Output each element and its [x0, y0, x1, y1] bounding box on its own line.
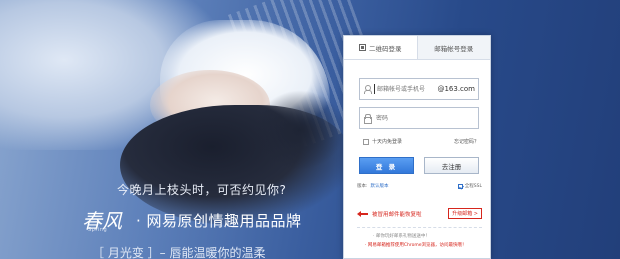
brand-text: · 网易原创情趣用品品牌	[136, 211, 302, 230]
promo-text[interactable]: 被冒用邮件能恢复啦	[372, 210, 422, 218]
version-row: 版本: 默认版本 全程SSL	[357, 183, 482, 189]
ssl-option[interactable]: 全程SSL	[457, 183, 482, 189]
login-button[interactable]: 登 录	[359, 157, 414, 174]
remember-label[interactable]: 十天内免登录	[372, 138, 402, 145]
tab-account-label: 邮箱帐号登录	[434, 44, 474, 53]
arrow-left-icon	[357, 210, 369, 218]
password-input[interactable]	[374, 109, 464, 127]
tab-qr-login[interactable]: 二维码登录	[344, 36, 417, 59]
hero-slogan: 今晚月上枝头时，可否约见你?	[117, 183, 287, 197]
qr-code-icon	[359, 44, 366, 51]
hero-photo-hair-detail	[255, 90, 345, 170]
login-options: 十天内免登录 忘记密码？	[363, 138, 479, 145]
promo-row: 被冒用邮件能恢复啦 升级邮箱 >	[357, 208, 482, 219]
login-panel: 二维码登录 邮箱帐号登录 @163.com 十天内免登录 忘记密码？ 登 录 去…	[343, 35, 491, 259]
notice-area: · 邮你玩好邮系礼物送送中！ · 网易邮箱推荐使用Chrome浏览器，访问最快哦…	[357, 227, 482, 250]
login-tabs: 二维码登录 邮箱帐号登录	[344, 36, 490, 60]
lock-icon	[360, 108, 374, 128]
ssl-label: 全程SSL	[464, 184, 482, 189]
brand-row: 春风 Spring · 网易原创情趣用品品牌	[80, 205, 302, 235]
tab-account-login[interactable]: 邮箱帐号登录	[416, 36, 490, 59]
ssl-checkbox[interactable]	[457, 183, 463, 189]
password-field[interactable]	[359, 107, 479, 129]
email-domain: @163.com	[437, 85, 475, 93]
notice-line-2[interactable]: · 网易邮箱推荐使用Chrome浏览器，访问最快哦！	[365, 241, 482, 250]
user-icon	[360, 79, 374, 99]
hero-bottom-slogan: ［ 月光变 ］– 唇能温暖你的温柔	[92, 246, 266, 259]
remember-checkbox[interactable]	[363, 138, 369, 145]
version-select[interactable]: 默认版本	[371, 183, 389, 189]
tab-qr-label: 二维码登录	[369, 44, 402, 53]
forgot-password-link[interactable]: 忘记密码？	[454, 138, 479, 145]
email-field[interactable]: @163.com	[359, 78, 479, 100]
upgrade-mailbox-button[interactable]: 升级邮箱 >	[448, 208, 482, 219]
brand-logo: 春风 Spring	[80, 205, 132, 235]
register-button[interactable]: 去注册	[424, 157, 479, 174]
brand-logo-en: Spring	[88, 227, 108, 233]
hero-banner[interactable]: 今晚月上枝头时，可否约见你? 春风 Spring · 网易原创情趣用品品牌 ［ …	[0, 0, 620, 259]
notice-line-1[interactable]: · 邮你玩好邮系礼物送送中！	[373, 232, 482, 241]
email-input[interactable]	[375, 80, 437, 98]
version-label: 版本:	[357, 184, 368, 189]
